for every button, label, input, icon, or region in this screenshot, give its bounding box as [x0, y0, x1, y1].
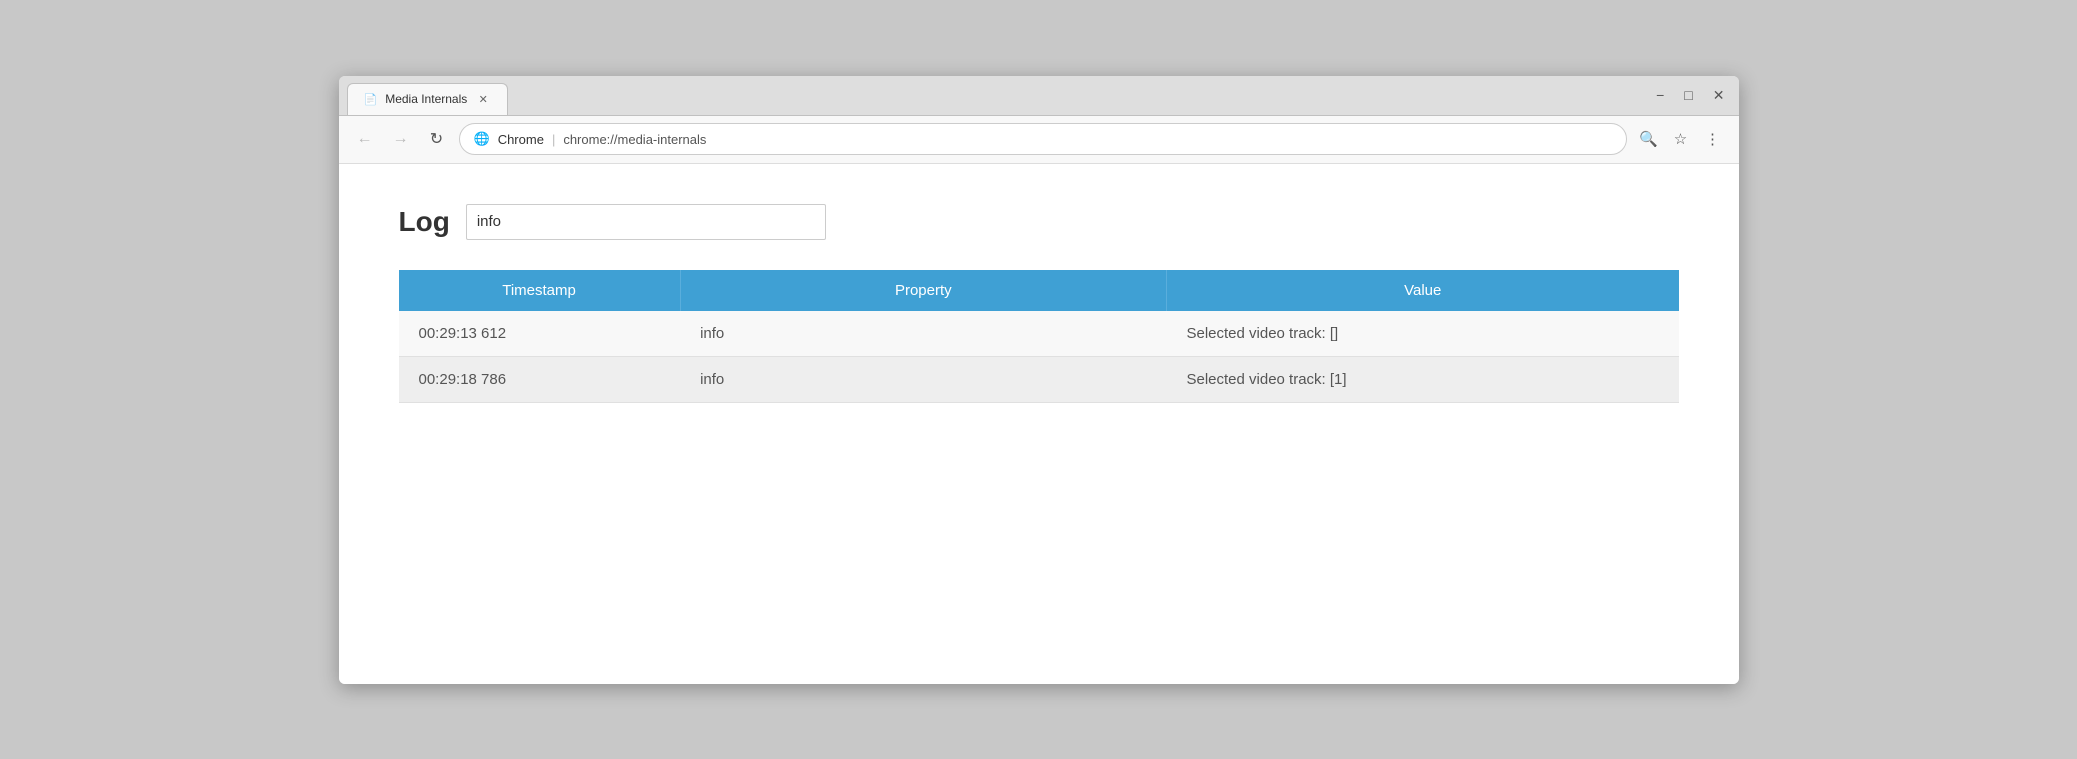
- tab-title: Media Internals: [385, 92, 467, 106]
- window-controls: − □ ✕: [1650, 85, 1730, 106]
- cell-value: Selected video track: []: [1166, 311, 1678, 357]
- table-row: 00:29:18 786infoSelected video track: [1…: [399, 356, 1679, 402]
- security-icon: 🌐: [474, 131, 490, 147]
- address-bar: ← → ↻ 🌐 Chrome | chrome://media-internal…: [339, 116, 1739, 164]
- tab-area: 📄 Media Internals ✕: [347, 76, 1651, 115]
- maximize-button[interactable]: □: [1678, 85, 1698, 105]
- reload-button[interactable]: ↻: [423, 125, 451, 153]
- log-label: Log: [399, 206, 450, 238]
- active-tab[interactable]: 📄 Media Internals ✕: [347, 83, 509, 115]
- back-button[interactable]: ←: [351, 125, 379, 153]
- cell-property: info: [680, 311, 1166, 357]
- close-button[interactable]: ✕: [1707, 85, 1731, 106]
- value-header: Value: [1166, 270, 1678, 311]
- tab-close-button[interactable]: ✕: [475, 91, 491, 107]
- tab-page-icon: 📄: [364, 93, 378, 106]
- url-bar[interactable]: 🌐 Chrome | chrome://media-internals: [459, 123, 1627, 155]
- timestamp-header: Timestamp: [399, 270, 681, 311]
- cell-timestamp: 00:29:18 786: [399, 356, 681, 402]
- log-filter-input[interactable]: [466, 204, 826, 240]
- url-path: chrome://media-internals: [563, 132, 706, 147]
- log-section: Log: [399, 204, 1679, 240]
- property-header: Property: [680, 270, 1166, 311]
- menu-icon[interactable]: ⋮: [1699, 125, 1727, 153]
- title-bar: 📄 Media Internals ✕ − □ ✕: [339, 76, 1739, 116]
- cell-property: info: [680, 356, 1166, 402]
- cell-value: Selected video track: [1]: [1166, 356, 1678, 402]
- log-table: Timestamp Property Value 00:29:13 612inf…: [399, 270, 1679, 403]
- bookmark-icon[interactable]: ☆: [1667, 125, 1695, 153]
- table-row: 00:29:13 612infoSelected video track: []: [399, 311, 1679, 357]
- cell-timestamp: 00:29:13 612: [399, 311, 681, 357]
- search-icon[interactable]: 🔍: [1635, 125, 1663, 153]
- url-separator: |: [552, 132, 555, 147]
- minimize-button[interactable]: −: [1650, 85, 1670, 105]
- address-actions: 🔍 ☆ ⋮: [1635, 125, 1727, 153]
- page-content: Log Timestamp Property Value 00:29:13 61…: [339, 164, 1739, 684]
- table-header-row: Timestamp Property Value: [399, 270, 1679, 311]
- url-origin: Chrome: [498, 132, 544, 147]
- forward-button[interactable]: →: [387, 125, 415, 153]
- browser-window: 📄 Media Internals ✕ − □ ✕ ← → ↻ 🌐 Chrome…: [339, 76, 1739, 684]
